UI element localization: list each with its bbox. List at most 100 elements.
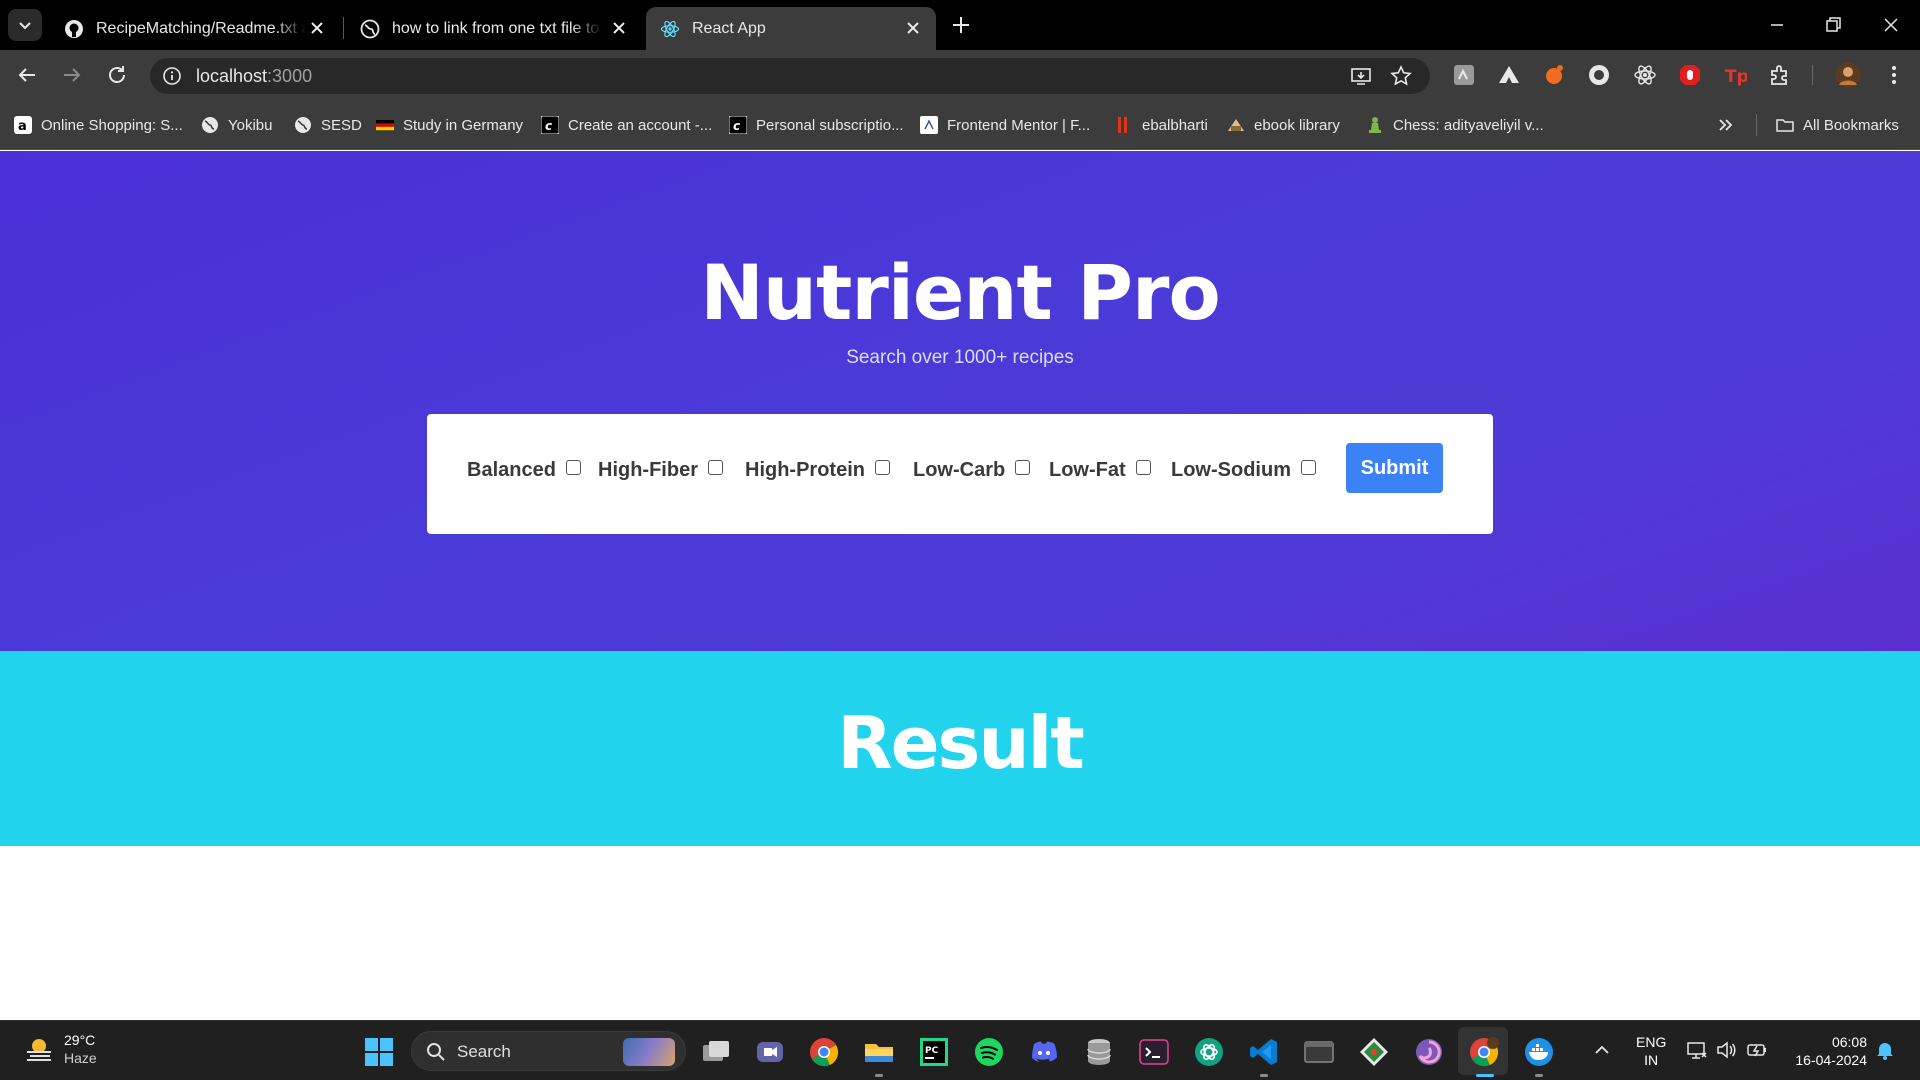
adblock-icon[interactable] xyxy=(1678,63,1702,87)
app-subtitle: Search over 1000+ recipes xyxy=(846,347,1074,368)
bookmark-item[interactable]: Frontend Mentor | F... xyxy=(920,114,1090,136)
running-indicator xyxy=(1260,1074,1268,1077)
system-clock[interactable]: 06:08 16-04-2024 xyxy=(1785,1033,1867,1069)
more-bookmarks-icon[interactable] xyxy=(1716,115,1736,135)
close-window-icon[interactable] xyxy=(1880,14,1902,36)
low-carb-checkbox[interactable] xyxy=(1015,460,1031,475)
bookmark-star-icon[interactable] xyxy=(1390,65,1412,87)
spotify-icon[interactable] xyxy=(973,1036,1005,1068)
weather-widget[interactable]: 29°C Haze xyxy=(22,1031,97,1067)
submit-button[interactable]: Submit xyxy=(1346,443,1443,493)
database-icon[interactable] xyxy=(1083,1036,1115,1068)
option-high-protein[interactable]: High-Protein xyxy=(745,459,890,482)
extension-puzzle-tile-icon[interactable] xyxy=(1452,63,1476,87)
tp-extension-icon[interactable]: Tp xyxy=(1723,63,1747,87)
option-high-fiber[interactable]: High-Fiber xyxy=(598,459,723,482)
task-view-icon[interactable] xyxy=(700,1036,732,1068)
bookmark-item[interactable]: c Personal subscriptio... xyxy=(729,114,904,136)
git-gui-icon[interactable] xyxy=(1358,1036,1390,1068)
low-fat-checkbox[interactable] xyxy=(1135,460,1151,475)
result-heading: Result xyxy=(837,701,1084,785)
low-sodium-checkbox[interactable] xyxy=(1300,460,1316,475)
profile-avatar-icon[interactable] xyxy=(1834,61,1862,89)
close-icon[interactable] xyxy=(308,19,326,37)
more-menu-icon[interactable] xyxy=(1882,63,1906,87)
tab-link-txt[interactable]: how to link from one txt file to xyxy=(346,7,642,50)
new-tab-icon[interactable] xyxy=(950,14,972,36)
globe-icon xyxy=(202,117,218,133)
windows-start-icon[interactable] xyxy=(364,1037,394,1067)
terminal-icon[interactable] xyxy=(1138,1036,1170,1068)
close-icon[interactable] xyxy=(610,19,628,37)
ebalbharti-icon xyxy=(1118,117,1127,133)
battery-icon[interactable] xyxy=(1746,1039,1768,1061)
high-fiber-checkbox[interactable] xyxy=(708,460,723,475)
taskbar-search[interactable]: Search xyxy=(411,1031,686,1071)
high-protein-checkbox[interactable] xyxy=(875,460,890,475)
circle-extension-icon[interactable] xyxy=(1587,63,1611,87)
chrome-icon[interactable] xyxy=(808,1036,840,1068)
vscode-icon[interactable] xyxy=(1248,1036,1280,1068)
amazon-icon: a xyxy=(14,116,32,134)
bookmark-item[interactable]: a Online Shopping: S... xyxy=(14,114,183,136)
tab-strip: RecipeMatching/Readme.txt at how to link… xyxy=(0,0,1920,50)
chevron-up-icon[interactable] xyxy=(1591,1039,1613,1061)
toolbar-divider xyxy=(1812,65,1813,85)
weather-desc: Haze xyxy=(64,1050,97,1066)
svg-text:a: a xyxy=(18,119,27,134)
window-app-icon[interactable] xyxy=(1303,1036,1335,1068)
option-balanced[interactable]: Balanced xyxy=(467,459,581,482)
app-title: Nutrient Pro xyxy=(700,248,1220,337)
minimize-icon[interactable] xyxy=(1766,14,1788,36)
orange-extension-icon[interactable] xyxy=(1542,63,1566,87)
bookmark-item[interactable]: Chess: adityaveliyil v... xyxy=(1366,114,1544,136)
svg-text:Tp: Tp xyxy=(1725,67,1747,87)
browser-toolbar: localhost:3000 Tp xyxy=(0,50,1920,100)
file-explorer-icon[interactable] xyxy=(863,1036,895,1068)
tab-search-button[interactable] xyxy=(8,9,42,41)
address-bar[interactable]: localhost:3000 xyxy=(150,58,1430,94)
bookmark-item[interactable]: Study in Germany xyxy=(376,114,523,136)
discord-icon[interactable] xyxy=(1028,1036,1060,1068)
running-indicator xyxy=(1535,1074,1543,1077)
chess-icon xyxy=(1369,117,1381,133)
tab-readme[interactable]: RecipeMatching/Readme.txt at xyxy=(50,7,340,50)
all-bookmarks-button[interactable]: All Bookmarks xyxy=(1776,114,1899,136)
network-icon[interactable] xyxy=(1686,1039,1708,1061)
chrome-profile-icon[interactable] xyxy=(1468,1036,1500,1068)
chatgpt-icon[interactable] xyxy=(1193,1036,1225,1068)
react-icon xyxy=(660,20,680,37)
bookmark-item[interactable]: ebook library xyxy=(1227,114,1340,136)
reload-icon[interactable] xyxy=(105,63,129,87)
meet-icon[interactable] xyxy=(754,1036,786,1068)
library-icon xyxy=(1228,119,1244,131)
option-low-fat[interactable]: Low-Fat xyxy=(1049,459,1151,482)
forward-icon[interactable] xyxy=(60,63,84,87)
tab-react-app[interactable]: React App xyxy=(646,7,936,50)
browser-swirl-icon[interactable] xyxy=(1413,1036,1445,1068)
option-low-carb[interactable]: Low-Carb xyxy=(913,459,1031,482)
bookmark-item[interactable]: ebalbharti xyxy=(1115,114,1208,136)
volume-icon[interactable] xyxy=(1715,1039,1737,1061)
pycharm-icon[interactable]: PC xyxy=(918,1036,950,1068)
c-logo-icon: c xyxy=(541,116,559,134)
bookmark-item[interactable]: SESD xyxy=(294,114,362,136)
bookmark-item[interactable]: Yokibu xyxy=(201,114,273,136)
tab-title: how to link from one txt file to xyxy=(392,19,600,37)
bookmark-item[interactable]: c Create an account -... xyxy=(541,114,712,136)
close-icon[interactable] xyxy=(904,19,922,37)
restore-icon[interactable] xyxy=(1822,14,1844,36)
language-indicator[interactable]: ENG IN xyxy=(1636,1033,1666,1069)
notification-bell-icon[interactable] xyxy=(1874,1039,1896,1061)
extensions-icon[interactable] xyxy=(1768,63,1792,87)
install-app-icon[interactable] xyxy=(1350,65,1372,87)
balanced-checkbox[interactable] xyxy=(565,460,581,475)
option-low-sodium[interactable]: Low-Sodium xyxy=(1171,459,1316,482)
site-info-icon[interactable] xyxy=(162,66,182,86)
docker-icon[interactable] xyxy=(1523,1036,1555,1068)
svg-text:c: c xyxy=(545,119,552,133)
react-devtools-icon[interactable] xyxy=(1633,63,1657,87)
weather-temp: 29°C xyxy=(64,1032,96,1048)
mountain-extension-icon[interactable] xyxy=(1497,63,1521,87)
back-icon[interactable] xyxy=(15,63,39,87)
